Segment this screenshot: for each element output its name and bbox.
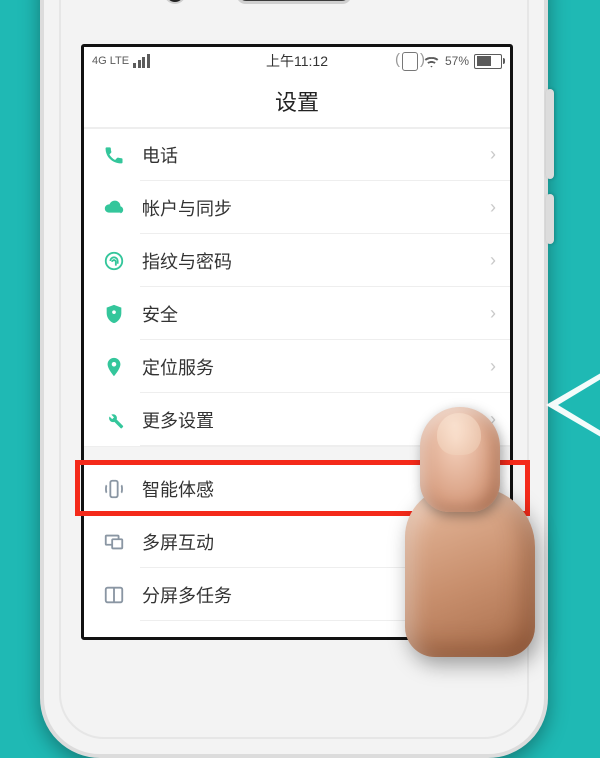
row-label: 帐户与同步 [142, 195, 474, 221]
chevron-right-icon: › [490, 197, 496, 218]
row-fingerprint[interactable]: 指纹与密码 › [84, 234, 510, 287]
wifi-icon [423, 55, 440, 68]
row-label: 指纹与密码 [142, 248, 474, 274]
phone-icon [102, 143, 126, 167]
chevron-right-icon: › [490, 250, 496, 271]
battery-percent: 57% [445, 54, 469, 68]
row-label: 定位服务 [142, 354, 474, 380]
phone-chassis: vivo 4G LTE 上午11:12 57% 设置 电话 › [40, 0, 548, 758]
phone-speaker [236, 0, 352, 4]
wrench-icon [102, 408, 126, 432]
cloud-sync-icon [102, 196, 126, 220]
splitview-icon [102, 583, 126, 607]
battery-icon [474, 54, 502, 69]
row-splitview[interactable]: 分屏多任务 › [84, 568, 510, 621]
row-location[interactable]: 定位服务 › [84, 340, 510, 393]
row-phone[interactable]: 电话 › [84, 128, 510, 181]
chevron-right-icon: › [490, 584, 496, 605]
row-more[interactable]: 更多设置 › [84, 393, 510, 446]
row-sync[interactable]: 帐户与同步 › [84, 181, 510, 234]
section-gap [84, 446, 510, 462]
row-label: 更多设置 [142, 407, 474, 433]
row-security[interactable]: 安全 › [84, 287, 510, 340]
row-label: 智能体感 [142, 476, 474, 502]
clock: 上午11:12 [266, 51, 328, 71]
volume-button [546, 89, 554, 179]
network-type: 4G LTE [92, 55, 129, 67]
row-motion[interactable]: 智能体感 › [84, 462, 510, 515]
chevron-right-icon: › [490, 303, 496, 324]
status-bar: 4G LTE 上午11:12 57% [84, 47, 510, 75]
screen: 4G LTE 上午11:12 57% 设置 电话 › [81, 44, 513, 640]
chevron-right-icon: › [490, 531, 496, 552]
shield-icon [102, 302, 126, 326]
vibrate-icon [402, 52, 418, 71]
chevron-right-icon: › [490, 478, 496, 499]
row-label: 安全 [142, 301, 474, 327]
watermark-shard [546, 370, 600, 440]
chevron-right-icon: › [490, 356, 496, 377]
power-button [546, 194, 554, 244]
multiscreen-icon [102, 530, 126, 554]
row-label: 分屏多任务 [142, 582, 474, 608]
chevron-right-icon: › [490, 409, 496, 430]
fingerprint-icon [102, 249, 126, 273]
location-icon [102, 355, 126, 379]
chevron-right-icon: › [490, 144, 496, 165]
row-multiscreen[interactable]: 多屏互动 › [84, 515, 510, 568]
row-label: 电话 [142, 142, 474, 168]
phone-sensor [164, 0, 186, 4]
page-title: 设置 [84, 75, 510, 128]
signal-icon [133, 54, 150, 68]
row-label: 多屏互动 [142, 529, 474, 555]
motion-icon [102, 477, 126, 501]
settings-list: 电话 › 帐户与同步 › 指纹与密码 › [84, 128, 510, 621]
